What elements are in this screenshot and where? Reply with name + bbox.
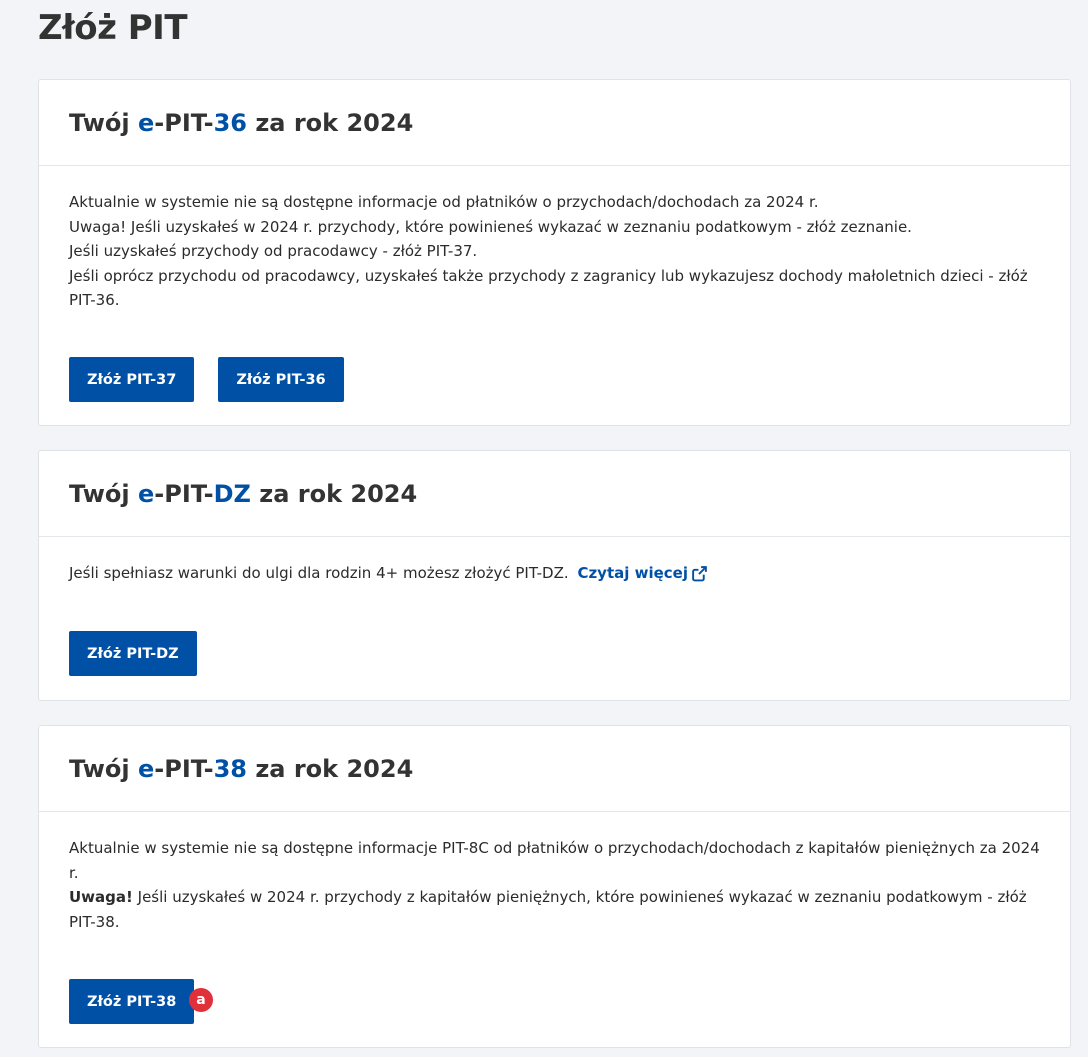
card-title: Twój e-PIT-36 za rok 2024 bbox=[69, 108, 414, 137]
info-line: Uwaga! Jeśli uzyskałeś w 2024 r. przycho… bbox=[69, 217, 912, 236]
warning-label: Uwaga! bbox=[69, 888, 133, 906]
page-title: Złóż PIT bbox=[38, 8, 188, 48]
annotation-badge: a bbox=[189, 988, 213, 1012]
card-body: Aktualnie w systemie nie są dostępne inf… bbox=[39, 812, 1070, 934]
card-body: Jeśli spełniasz warunki do ulgi dla rodz… bbox=[39, 537, 1070, 586]
card-header: Twój e-PIT-38 za rok 2024 bbox=[39, 726, 1070, 812]
info-text: Jeśli spełniasz warunki do ulgi dla rodz… bbox=[69, 564, 569, 582]
card-pit-36: Twój e-PIT-36 za rok 2024 Aktualnie w sy… bbox=[38, 79, 1071, 426]
submit-pit-37-button[interactable]: Złóż PIT-37 bbox=[69, 357, 195, 402]
card-header: Twój e-PIT-36 za rok 2024 bbox=[39, 80, 1070, 166]
card-title: Twój e-PIT-38 za rok 2024 bbox=[69, 754, 414, 783]
submit-pit-36-button[interactable]: Złóż PIT-36 bbox=[218, 357, 344, 402]
info-line: Jeśli oprócz przychodu od pracodawcy, uz… bbox=[69, 266, 1028, 310]
card-pit-dz: Twój e-PIT-DZ za rok 2024 Jeśli spełnias… bbox=[38, 450, 1071, 701]
card-header: Twój e-PIT-DZ za rok 2024 bbox=[39, 451, 1070, 537]
button-row: Złóż PIT-DZ bbox=[69, 631, 197, 676]
info-line: Aktualnie w systemie nie są dostępne inf… bbox=[69, 839, 1040, 882]
warning-text: Jeśli uzyskałeś w 2024 r. przychody z ka… bbox=[69, 888, 1027, 931]
submit-pit-38-button[interactable]: Złóż PIT-38 bbox=[69, 979, 195, 1024]
info-line: Uwaga! Jeśli uzyskałeś w 2024 r. przycho… bbox=[69, 885, 1040, 934]
card-title: Twój e-PIT-DZ za rok 2024 bbox=[69, 479, 418, 508]
page: Złóż PIT Twój e-PIT-36 za rok 2024 Aktua… bbox=[0, 0, 1088, 1057]
submit-pit-dz-button[interactable]: Złóż PIT-DZ bbox=[69, 631, 197, 676]
info-line: Jeśli spełniasz warunki do ulgi dla rodz… bbox=[69, 561, 1040, 586]
external-link-icon bbox=[692, 565, 707, 582]
read-more-label: Czytaj więcej bbox=[577, 564, 688, 582]
info-line: Jeśli uzyskałeś przychody od pracodawcy … bbox=[69, 242, 478, 260]
button-row: Złóż PIT-37 Złóż PIT-36 bbox=[69, 357, 344, 402]
button-row: Złóż PIT-38 bbox=[69, 979, 195, 1024]
read-more-link[interactable]: Czytaj więcej bbox=[577, 561, 708, 586]
info-line: Aktualnie w systemie nie są dostępne inf… bbox=[69, 193, 819, 211]
card-body: Aktualnie w systemie nie są dostępne inf… bbox=[39, 166, 1070, 313]
